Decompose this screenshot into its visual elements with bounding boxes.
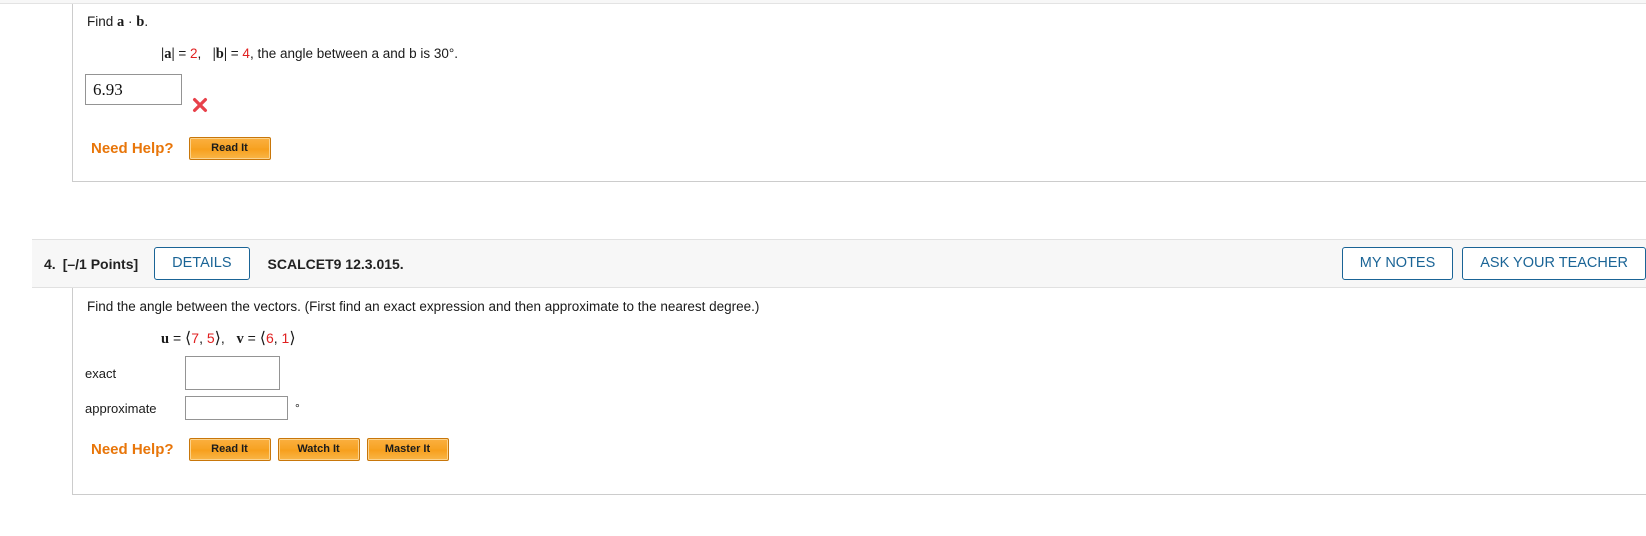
vector-u-x: 7 (191, 330, 200, 346)
vector-separator: , (220, 330, 237, 346)
vector-v-symbol: v (236, 331, 244, 347)
question-4-header-left: 4. [–/1 Points] DETAILS SCALCET9 12.3.01… (44, 240, 404, 287)
equals-sign-b: = (227, 46, 243, 61)
question-4-vector-definitions: u = ⟨7, 5⟩, v = ⟨6, 1⟩ (161, 328, 296, 348)
details-button[interactable]: DETAILS (154, 247, 250, 280)
u-comma: , (199, 330, 207, 346)
question-3-answer-input[interactable] (85, 74, 182, 105)
dot-operator: · (124, 14, 137, 29)
vector-u-y: 5 (206, 330, 215, 346)
degree-symbol: ° (295, 401, 300, 415)
magnitude-b-label: |b| (212, 46, 228, 62)
exact-label: exact (85, 365, 117, 381)
vector-u-symbol: u (161, 331, 170, 347)
approximate-answer-row: approximate ° (85, 396, 300, 420)
v-close-bracket: ⟩ (289, 330, 296, 347)
question-3-given-values: |a| = 2, |b| = 4, the angle between a an… (161, 46, 458, 63)
ask-your-teacher-button[interactable]: ASK YOUR TEACHER (1462, 247, 1646, 280)
question-3-prompt: Find a · b. (87, 14, 148, 31)
my-notes-button[interactable]: MY NOTES (1341, 247, 1454, 280)
equals-sign-a: = (174, 46, 191, 61)
equals-sign-u: = (169, 330, 186, 346)
question-4-prompt: Find the angle between the vectors. (Fir… (87, 299, 760, 314)
question-4-body: Find the angle between the vectors. (Fir… (72, 288, 1646, 495)
question-4-header-bar: 4. [–/1 Points] DETAILS SCALCET9 12.3.01… (32, 239, 1646, 288)
need-help-label: Need Help? (91, 140, 174, 158)
given-tail-text: , the angle between a and b is 30°. (249, 46, 458, 61)
watch-it-button[interactable]: Watch It (277, 438, 360, 462)
v-comma: , (273, 330, 282, 346)
question-3-help-row: Need Help? Read It (91, 137, 271, 161)
equals-sign-v: = (243, 330, 260, 346)
textbook-reference: SCALCET9 12.3.015. (267, 255, 404, 272)
question-points: [–/1 Points] (62, 255, 139, 272)
given-comma: , (197, 46, 202, 61)
read-it-button[interactable]: Read It (188, 137, 271, 161)
question-number: 4. (44, 255, 56, 272)
exact-answer-input[interactable] (185, 356, 280, 390)
need-help-label: Need Help? (91, 441, 174, 459)
question-4-help-row: Need Help? Read It Watch It Master It (91, 438, 449, 462)
prompt-text-suffix: . (144, 14, 149, 29)
prompt-text-prefix: Find (87, 14, 118, 29)
magnitude-a-label: |a| (161, 46, 175, 62)
question-3-body: Find a · b. |a| = 2, |b| = 4, the angle … (72, 4, 1646, 182)
vector-v-x: 6 (265, 330, 274, 346)
read-it-button[interactable]: Read It (188, 438, 271, 462)
magnitude-b-value: 4 (242, 46, 250, 61)
master-it-button[interactable]: Master It (366, 438, 449, 462)
approximate-label: approximate (85, 400, 157, 416)
exact-answer-row: exact (85, 356, 280, 390)
question-4-header-right: MY NOTES ASK YOUR TEACHER (1341, 240, 1646, 287)
approximate-answer-input[interactable] (185, 396, 288, 420)
magnitude-a-value: 2 (190, 46, 198, 61)
red-x-icon (192, 97, 208, 113)
